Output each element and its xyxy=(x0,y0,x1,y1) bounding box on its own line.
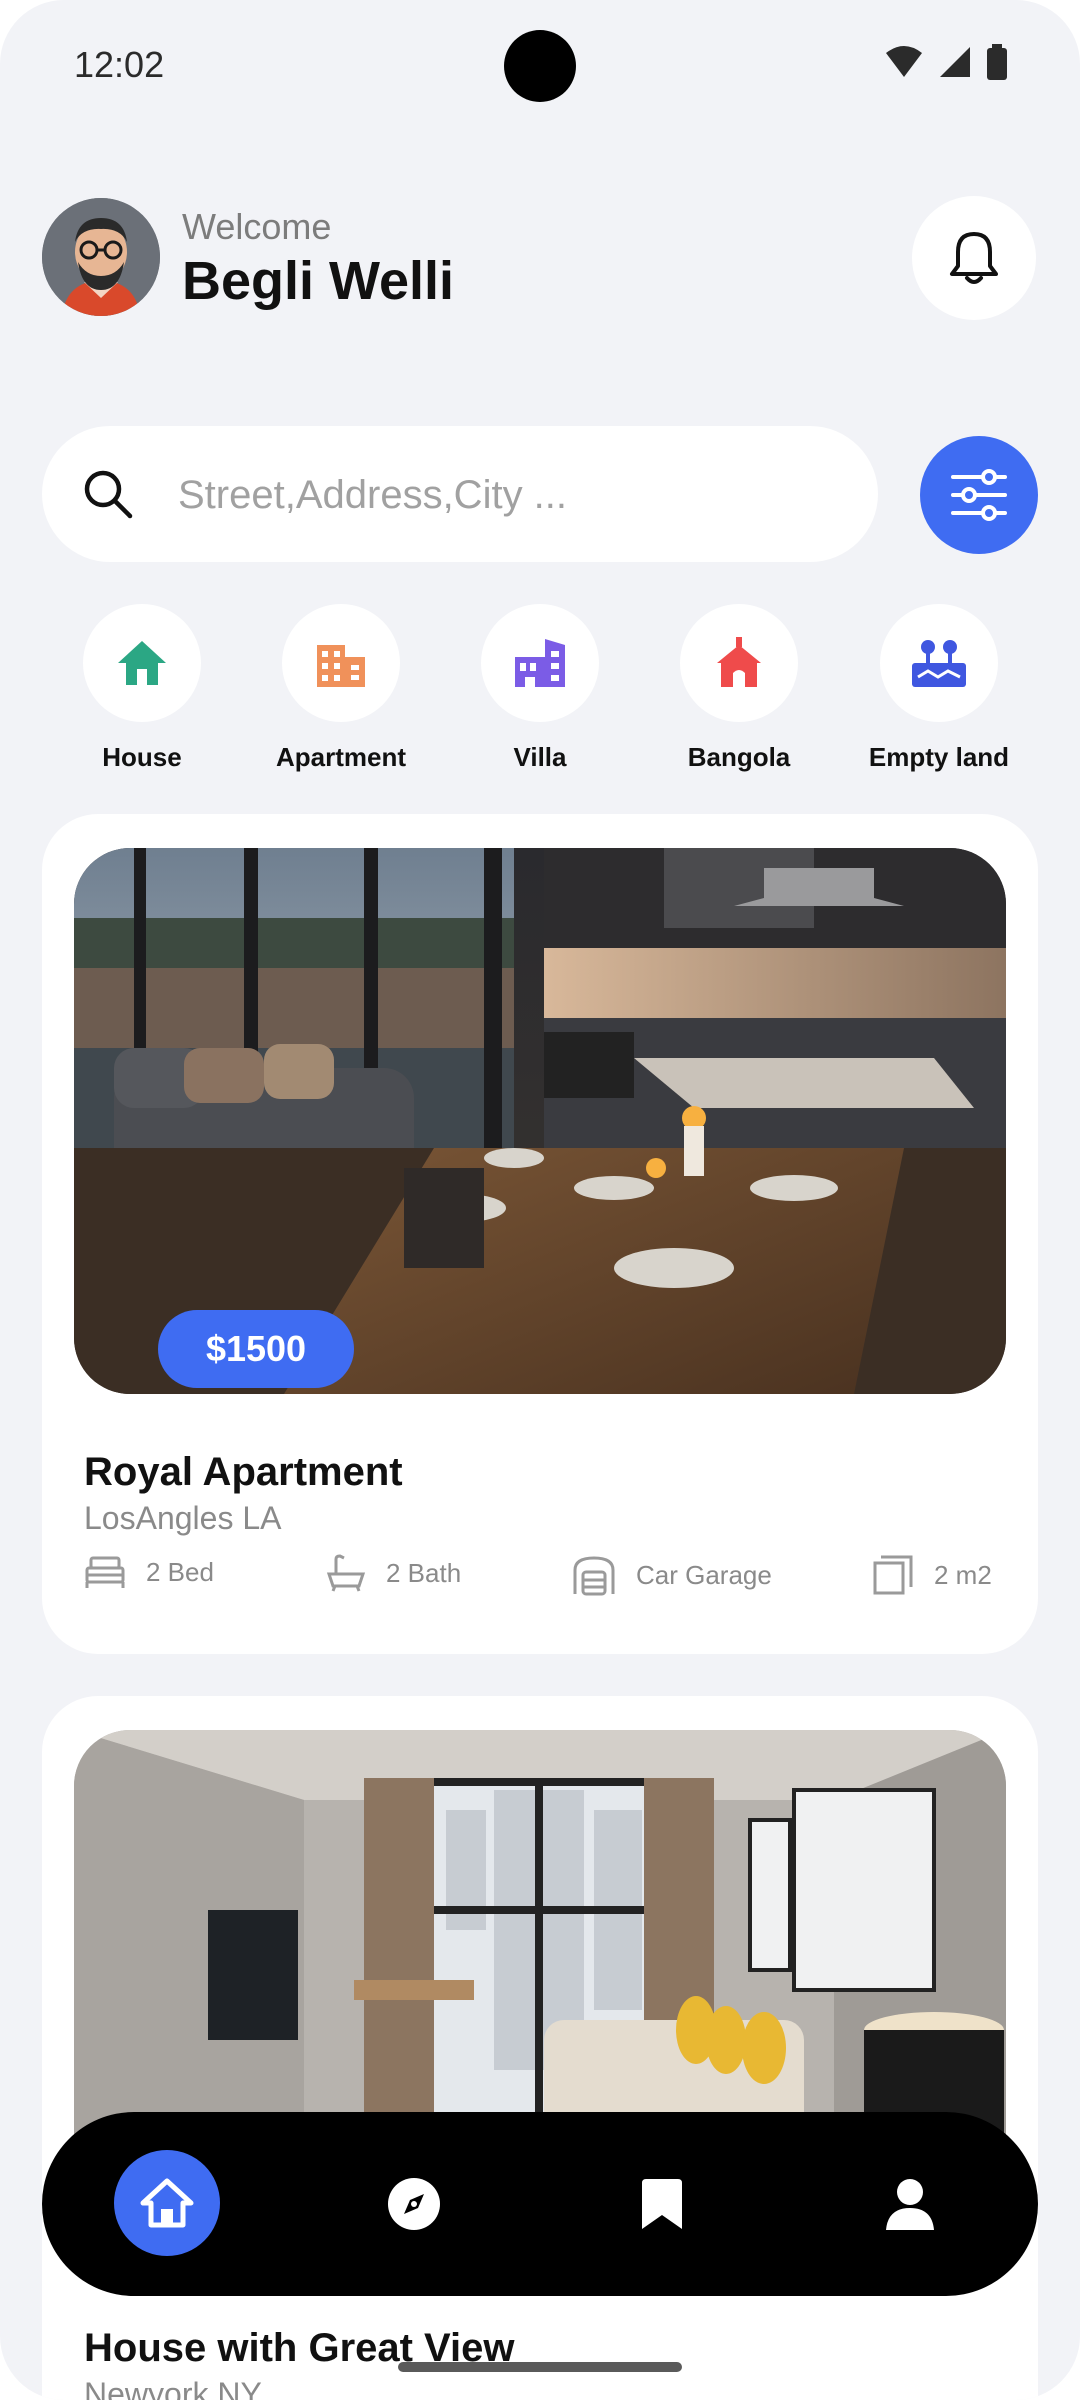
category-bungalow[interactable]: Bangola xyxy=(654,604,824,773)
nav-home[interactable] xyxy=(114,2150,220,2256)
battery-icon xyxy=(987,44,1007,80)
listing-location: LosAngles LA xyxy=(84,1500,282,1536)
profile-icon xyxy=(886,2179,934,2230)
category-villa[interactable]: Villa xyxy=(455,604,625,773)
bungalow-icon xyxy=(717,637,761,687)
bell-icon xyxy=(950,232,998,284)
feature-bed: 2 Bed xyxy=(84,1554,214,1590)
category-apartment[interactable]: Apartment xyxy=(256,604,426,773)
garage-icon xyxy=(573,1556,615,1596)
listing-photo[interactable]: $1500 xyxy=(74,848,1006,1394)
search-input[interactable] xyxy=(176,464,840,526)
category-apartment-circle[interactable] xyxy=(282,604,400,722)
category-empty-land[interactable]: Empty land xyxy=(854,604,1024,773)
house-icon xyxy=(118,641,166,685)
category-label: House xyxy=(102,742,182,772)
feature-area: 2 m2 xyxy=(872,1554,992,1596)
filter-sliders-icon xyxy=(951,469,1007,521)
category-house-circle[interactable] xyxy=(83,604,201,722)
bed-icon xyxy=(85,1556,125,1588)
feature-label: 2 Bed xyxy=(146,1556,214,1587)
wifi-icon xyxy=(886,46,922,77)
avatar-illustration xyxy=(42,198,160,316)
system-icons xyxy=(884,44,1008,80)
category-empty-land-circle[interactable] xyxy=(880,604,998,722)
category-label: Empty land xyxy=(868,742,1010,772)
bookmark-icon xyxy=(642,2179,682,2229)
search-bar[interactable] xyxy=(42,426,878,562)
category-label: Villa xyxy=(513,742,567,772)
category-bungalow-circle[interactable] xyxy=(680,604,798,722)
category-villa-circle[interactable] xyxy=(481,604,599,722)
category-label: Apartment xyxy=(275,742,406,772)
home-icon xyxy=(140,2178,194,2228)
listing-title: Royal Apartment xyxy=(84,1450,403,1494)
category-label: Bangola xyxy=(687,742,791,772)
nav-profile[interactable] xyxy=(864,2158,956,2250)
villa-icon xyxy=(515,639,565,687)
feature-bath: 2 Bath xyxy=(326,1554,461,1592)
price-badge: $1500 xyxy=(158,1310,354,1388)
gesture-home-bar[interactable] xyxy=(398,2362,682,2372)
listing-card[interactable]: $1500 Royal Apartment LosAngles LA 2 Bed… xyxy=(42,814,1038,1654)
nav-saved[interactable] xyxy=(616,2158,708,2250)
nav-explore[interactable] xyxy=(368,2158,460,2250)
user-name: Begli Welli xyxy=(182,251,455,311)
land-icon xyxy=(912,640,966,687)
feature-label: Car Garage xyxy=(636,1559,772,1590)
area-icon xyxy=(873,1555,913,1595)
listing-features: 2 Bed 2 Bath Car Garage 2 m2 xyxy=(84,1554,996,1604)
bath-icon xyxy=(326,1554,366,1592)
filter-button[interactable] xyxy=(920,436,1038,554)
phone-screen: 12:02 Welcome Begli Welli Street,Address… xyxy=(0,0,1080,2400)
search-icon xyxy=(84,470,133,519)
feature-label: 2 m2 xyxy=(934,1559,992,1590)
compass-icon xyxy=(388,2178,440,2230)
front-camera xyxy=(504,30,576,102)
bottom-navigation xyxy=(42,2112,1038,2296)
feature-label: 2 Bath xyxy=(386,1557,462,1588)
status-time: 12:02 xyxy=(74,44,165,85)
category-house[interactable]: House xyxy=(57,604,227,773)
notifications-button[interactable] xyxy=(912,196,1036,320)
welcome-label: Welcome xyxy=(182,206,332,247)
feature-garage: Car Garage xyxy=(572,1554,772,1596)
apartment-icon xyxy=(317,645,365,687)
status-bar: 12:02 xyxy=(0,0,1080,130)
listing-location: Newyork NY xyxy=(84,2376,262,2400)
signal-icon xyxy=(940,47,970,77)
avatar[interactable] xyxy=(42,198,160,316)
